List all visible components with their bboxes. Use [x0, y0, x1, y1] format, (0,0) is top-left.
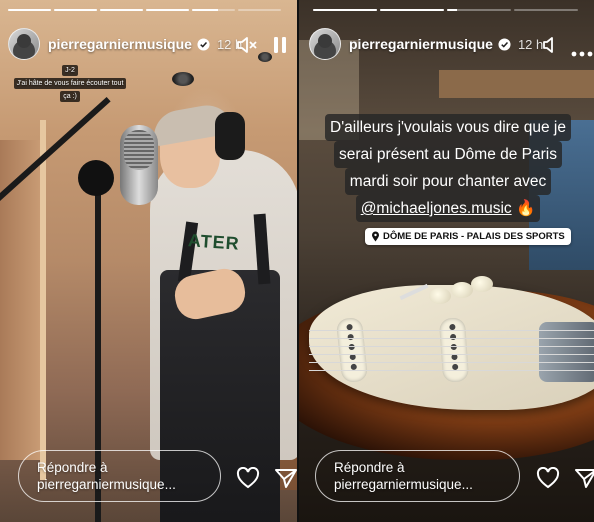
more-options-button[interactable]	[571, 44, 593, 62]
headphones	[215, 112, 245, 160]
progress-segment	[146, 9, 189, 11]
share-button[interactable]	[272, 464, 297, 492]
heart-icon	[536, 467, 560, 489]
story-text-caption: J-2 J'ai hâte de vous faire écouter tout…	[6, 64, 134, 103]
avatar[interactable]	[309, 28, 341, 60]
story-right[interactable]: pierregarniermusique 12 h D'ailleurs j'v…	[299, 0, 594, 522]
mention-link[interactable]: @michaeljones.music	[361, 200, 512, 217]
like-button[interactable]	[534, 464, 562, 492]
reply-placeholder-line1: Répondre à	[334, 460, 405, 475]
progress-fill	[192, 9, 218, 11]
story-progress	[8, 9, 281, 11]
guitar-string	[309, 338, 594, 339]
guitar-knob	[429, 288, 451, 304]
caption-line: mardi soir pour chanter avec	[344, 168, 552, 195]
reply-placeholder-line1: Répondre à	[37, 460, 108, 475]
guitar-string	[309, 330, 594, 331]
caption-line: ça :)	[60, 91, 80, 102]
guitar-string	[309, 354, 594, 355]
mention-line: @michaeljones.music 🔥	[355, 195, 541, 222]
mute-button[interactable]	[236, 35, 258, 60]
progress-fill	[8, 9, 51, 11]
pause-icon	[274, 37, 286, 53]
heart-icon	[236, 467, 260, 489]
progress-segment	[447, 9, 511, 11]
guitar-knob	[451, 282, 473, 298]
progress-segment	[514, 9, 578, 11]
story-progress	[313, 9, 578, 11]
progress-segment	[192, 9, 235, 11]
microphone-grill	[124, 130, 154, 170]
guitar-bridge	[539, 322, 594, 382]
speaker-muted-icon	[237, 37, 257, 53]
guitar-string	[309, 362, 594, 363]
story-photo-guitar	[299, 0, 594, 522]
mic-mount	[78, 160, 114, 196]
send-icon	[575, 469, 594, 488]
hoodie-print: ATER	[187, 230, 241, 254]
pause-button[interactable]	[272, 35, 288, 60]
caption-line: D'ailleurs j'voulais vous dire que je	[325, 114, 571, 141]
avatar[interactable]	[8, 28, 40, 60]
speaker-muted-icon	[543, 37, 553, 53]
share-button[interactable]	[572, 464, 594, 492]
reply-input[interactable]: Répondre à pierregarniermusique...	[315, 450, 520, 502]
guitar-string	[309, 346, 594, 347]
progress-segment	[100, 9, 143, 11]
progress-fill	[313, 9, 377, 11]
pickup-pole	[450, 343, 457, 351]
reply-input[interactable]: Répondre à pierregarniermusique...	[18, 450, 221, 502]
reply-placeholder-line2: pierregarniermusique...	[334, 477, 473, 492]
mute-button[interactable]	[543, 36, 557, 59]
username[interactable]: pierregarniermusique	[349, 36, 493, 52]
progress-segment	[380, 9, 444, 11]
progress-fill	[447, 9, 457, 11]
progress-fill	[100, 9, 143, 11]
story-text-caption: D'ailleurs j'voulais vous dire que je se…	[313, 114, 583, 222]
verified-badge-icon	[498, 37, 511, 51]
like-button[interactable]	[234, 464, 262, 492]
progress-fill	[146, 9, 189, 11]
story-left[interactable]: ATER pierregarniermusique 12 h J-2 J'ai …	[0, 0, 297, 522]
progress-segment	[238, 9, 281, 11]
progress-segment	[54, 9, 97, 11]
location-name: DÔME DE PARIS - PALAIS DES SPORTS	[383, 231, 565, 242]
send-icon	[275, 469, 297, 488]
verified-badge-icon	[197, 37, 210, 51]
progress-segment	[313, 9, 377, 11]
fire-emoji: 🔥	[515, 200, 536, 217]
wooden-shelf	[439, 70, 594, 98]
more-options-icon	[571, 51, 593, 57]
guitar-string	[309, 370, 594, 371]
caption-line: J-2	[62, 65, 78, 76]
caption-line: serai présent au Dôme de Paris	[334, 141, 562, 168]
pickup-pole	[348, 343, 355, 351]
guitar-pickup	[438, 317, 470, 383]
username[interactable]: pierregarniermusique	[48, 36, 192, 52]
progress-fill	[380, 9, 444, 11]
door-frame	[40, 120, 46, 480]
reply-placeholder-line2: pierregarniermusique...	[37, 477, 176, 492]
progress-segment	[8, 9, 51, 11]
guitar-knob	[471, 276, 493, 292]
location-sticker[interactable]: DÔME DE PARIS - PALAIS DES SPORTS	[365, 228, 571, 245]
ceiling-light	[172, 72, 194, 86]
post-time: 12 h	[517, 36, 544, 52]
caption-line: J'ai hâte de vous faire écouter tout	[13, 78, 127, 89]
progress-fill	[54, 9, 97, 11]
location-pin-icon	[372, 231, 379, 242]
